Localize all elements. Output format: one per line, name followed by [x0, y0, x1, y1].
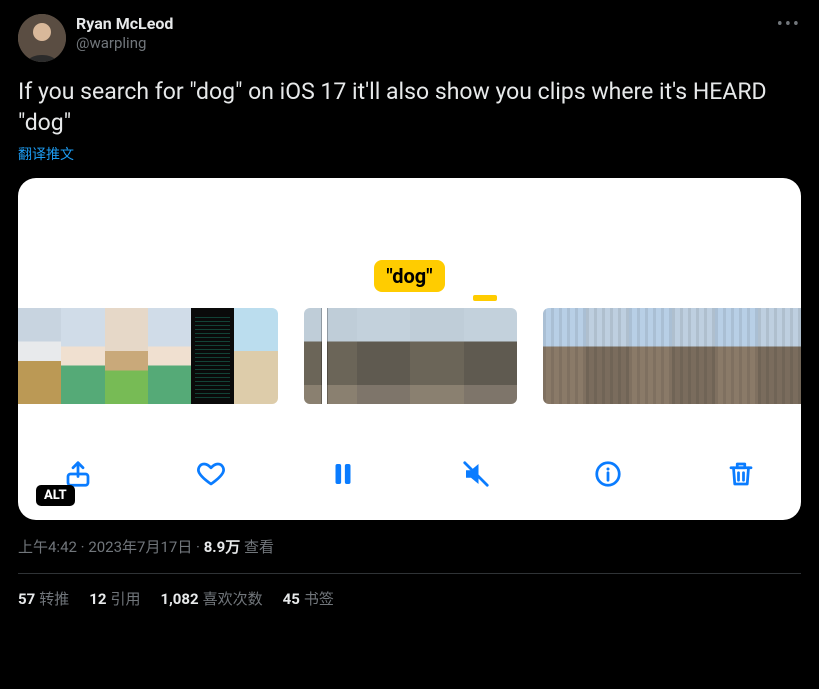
clip-frame [586, 308, 629, 404]
stat-likes[interactable]: 1,082喜欢次数 [160, 588, 262, 609]
clip-frame [357, 308, 410, 404]
divider [18, 573, 801, 574]
media-attachment[interactable]: "dog" [18, 178, 801, 520]
clip-frame [410, 308, 463, 404]
clip-thumbnail-group[interactable] [18, 308, 278, 404]
views-count[interactable]: 8.9万 [204, 538, 241, 556]
tweet-date[interactable]: 2023年7月17日 [88, 538, 192, 556]
keyword-marker [473, 295, 497, 301]
tweet-meta: 上午4:42 2023年7月17日 8.9万 查看 [18, 536, 801, 557]
stat-bookmarks[interactable]: 45书签 [283, 588, 334, 609]
clip-frame [543, 308, 586, 404]
translate-link[interactable]: 翻译推文 [18, 144, 801, 164]
tweet-text: If you search for "dog" on iOS 17 it'll … [18, 76, 801, 138]
clip-frame [629, 308, 672, 404]
clip-frame [148, 308, 191, 404]
media-toolbar [18, 456, 801, 492]
clip-frame [672, 308, 715, 404]
clip-frame [18, 308, 61, 404]
info-icon[interactable] [590, 456, 626, 492]
author-handle[interactable]: @warpling [76, 34, 173, 53]
more-icon[interactable]: ••• [777, 14, 801, 35]
trash-icon[interactable] [723, 456, 759, 492]
clip-frame [464, 308, 517, 404]
clip-frame [105, 308, 148, 404]
pause-icon[interactable] [325, 456, 361, 492]
clip-frame [234, 308, 277, 404]
playhead[interactable] [322, 308, 327, 404]
stat-quotes[interactable]: 12引用 [89, 588, 140, 609]
author-display-name[interactable]: Ryan McLeod [76, 14, 173, 34]
tweet-time[interactable]: 上午4:42 [18, 538, 77, 556]
tweet-header: Ryan McLeod @warpling ••• [18, 14, 801, 62]
speaker-muted-icon[interactable] [458, 456, 494, 492]
avatar[interactable] [18, 14, 66, 62]
clip-frame [758, 308, 801, 404]
video-scrubber[interactable] [18, 308, 801, 404]
tweet-card: Ryan McLeod @warpling ••• If you search … [0, 0, 819, 609]
author-names: Ryan McLeod @warpling [76, 14, 173, 53]
tweet-stats: 57转推 12引用 1,082喜欢次数 45书签 [18, 588, 801, 609]
clip-frame [191, 308, 234, 404]
alt-badge[interactable]: ALT [36, 485, 75, 506]
clip-frame [715, 308, 758, 404]
clip-frame [304, 308, 357, 404]
search-keyword-label: "dog" [374, 260, 444, 292]
heart-icon[interactable] [193, 456, 229, 492]
views-label: 查看 [244, 538, 274, 556]
clip-thumbnail-group[interactable] [304, 308, 518, 404]
clip-frame [61, 308, 104, 404]
clip-thumbnail-group[interactable] [543, 308, 801, 404]
stat-retweets[interactable]: 57转推 [18, 588, 69, 609]
